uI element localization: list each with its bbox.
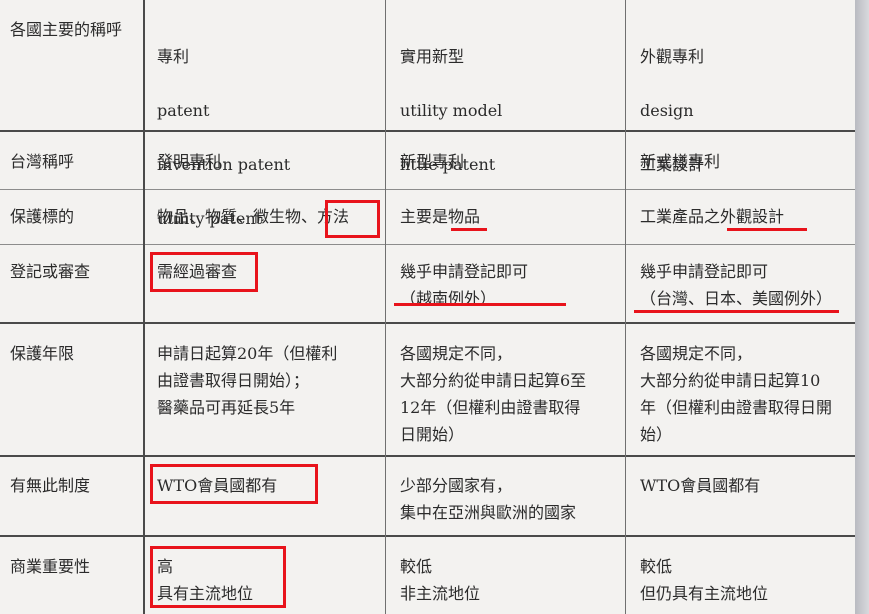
column-divider xyxy=(143,0,145,614)
cell-text: 較低 非主流地位 xyxy=(400,553,480,607)
row-label: 商業重要性 xyxy=(10,553,135,580)
column-divider xyxy=(385,0,386,614)
row-label: 保護年限 xyxy=(10,340,135,367)
cell-text: 物品、物質、微生物、方法 xyxy=(157,203,349,230)
highlight-underline-exceptions xyxy=(634,310,839,313)
header-line: design xyxy=(640,97,850,124)
highlight-underline-items xyxy=(451,228,487,231)
highlight-box-method xyxy=(325,200,380,238)
row-label: 保護標的 xyxy=(10,203,135,230)
header-line: utility model xyxy=(400,97,615,124)
cell-text: 少部分國家有， 集中在亞洲與歐洲的國家 xyxy=(400,472,576,526)
cell-text: 各國規定不同， 大部分約從申請日起算6至 12年（但權利由證書取得 日開始） xyxy=(400,340,586,448)
row-divider xyxy=(0,535,855,537)
header-col-design: 外觀專利 design 工業設計 xyxy=(640,16,850,205)
cell-text: 申請日起算20年（但權利 由證書取得日開始）； 醫藥品可再延長5年 xyxy=(157,340,337,421)
row-divider xyxy=(0,455,855,457)
cell-text: 幾乎申請登記即可 （台灣、日本、美國例外） xyxy=(640,258,832,312)
highlight-underline-appearance xyxy=(727,228,807,231)
cell-text: 發明專利 xyxy=(157,148,221,175)
highlight-box-mainstream xyxy=(150,546,286,608)
cell-text: WTO會員國都有 xyxy=(640,472,760,499)
header-line: patent xyxy=(157,97,377,124)
highlight-box-wto xyxy=(150,464,318,504)
row-label: 台灣稱呼 xyxy=(10,148,135,175)
highlight-underline-vietnam xyxy=(394,303,566,306)
header-col-utility: 實用新型 utility model little patent xyxy=(400,16,615,205)
cell-text: 較低 但仍具有主流地位 xyxy=(640,553,768,607)
cell-text: 各國規定不同， 大部分約從申請日起算10 年（但權利由證書取得日開 始） xyxy=(640,340,832,448)
highlight-box-examination xyxy=(150,252,258,292)
page-edge xyxy=(855,0,869,614)
row-divider xyxy=(0,322,855,324)
cell-text: 新式樣專利 xyxy=(640,148,720,175)
row-label: 有無此制度 xyxy=(10,472,135,499)
cell-text: 主要是物品 xyxy=(400,203,480,230)
header-line: 專利 xyxy=(157,43,377,70)
cell-text: 工業產品之外觀設計 xyxy=(640,203,784,230)
header-line: 外觀專利 xyxy=(640,43,850,70)
row-divider xyxy=(0,244,855,245)
header-line: 實用新型 xyxy=(400,43,615,70)
cell-text: 新型專利 xyxy=(400,148,464,175)
row-label: 登記或審查 xyxy=(10,258,135,285)
column-divider xyxy=(625,0,626,614)
header-label: 各國主要的稱呼 xyxy=(10,16,135,43)
